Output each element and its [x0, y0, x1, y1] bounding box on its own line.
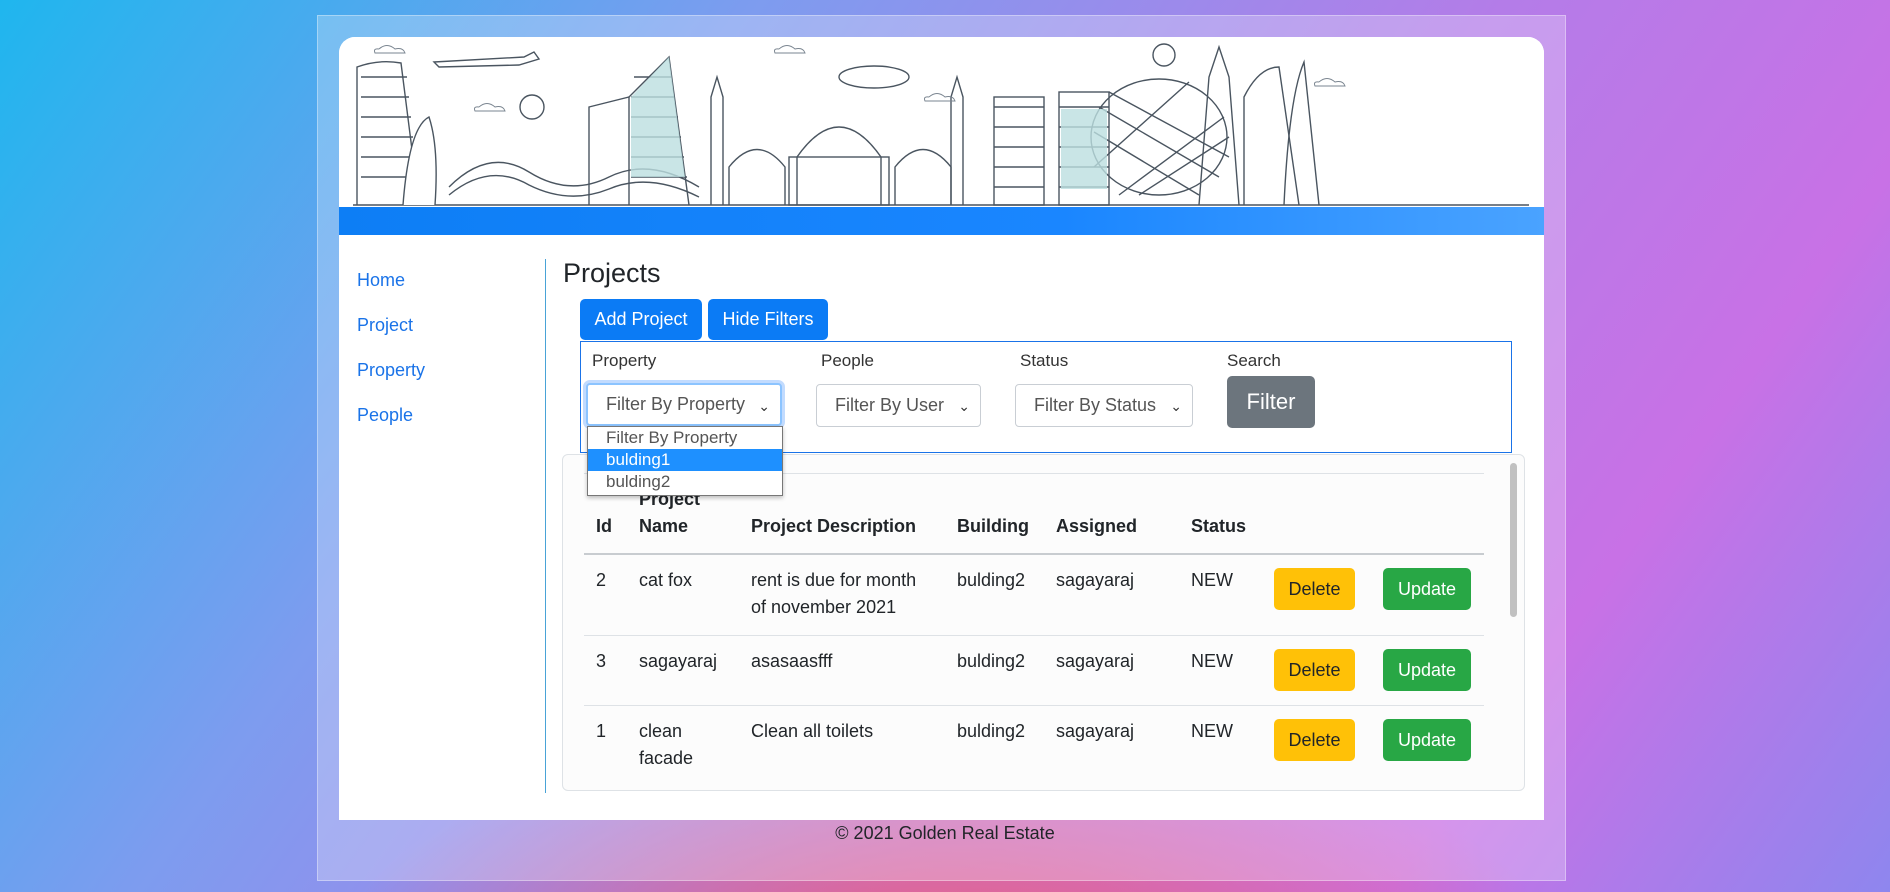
chevron-down-icon: ⌄ [1170, 398, 1182, 414]
sidebar-item-property[interactable]: Property [357, 360, 425, 381]
table-row-divider [584, 705, 1484, 706]
table-header-divider [584, 553, 1484, 555]
cell-id: 1 [596, 721, 607, 741]
column-header-description: Project Description [751, 516, 917, 536]
column-header-assigned: Assigned [1056, 516, 1138, 536]
status-filter-label: Status [1020, 351, 1069, 370]
property-filter-label: Property [592, 351, 657, 370]
cell-description: rent is due for month [751, 570, 917, 590]
chevron-down-icon: ⌄ [758, 398, 770, 414]
cell-project-name: sagayaraj [639, 651, 718, 671]
cell-project-name-line2: facade [639, 748, 694, 768]
cell-assigned: sagayaraj [1056, 570, 1135, 590]
sidebar-item-project[interactable]: Project [357, 315, 413, 336]
sidebar-item-home[interactable]: Home [357, 270, 405, 291]
cell-description: asasaasfff [751, 651, 833, 671]
cell-building: bulding2 [957, 651, 1026, 671]
people-filter-label: People [821, 351, 874, 370]
cell-assigned: sagayaraj [1056, 651, 1135, 671]
update-button[interactable]: Update [1383, 568, 1471, 610]
projects-table [562, 454, 1525, 791]
sidebar-item-people[interactable]: People [357, 405, 413, 426]
cell-id: 3 [596, 651, 607, 671]
cell-description: Clean all toilets [751, 721, 874, 741]
cell-status: NEW [1191, 721, 1233, 741]
filter-button[interactable]: Filter [1227, 376, 1315, 428]
property-select-value: Filter By Property [606, 394, 746, 414]
delete-button[interactable]: Delete [1274, 649, 1355, 691]
dropdown-option[interactable]: bulding2 [588, 471, 782, 493]
cell-assigned: sagayaraj [1056, 721, 1135, 741]
delete-button[interactable]: Delete [1274, 719, 1355, 761]
add-project-button[interactable]: Add Project [580, 299, 702, 340]
cell-description-line2: of november 2021 [751, 597, 897, 617]
footer-copyright: © 2021 Golden Real Estate [835, 823, 1055, 843]
people-select-value: Filter By User [835, 395, 945, 415]
column-header-status: Status [1191, 516, 1247, 536]
status-select[interactable]: Filter By Status ⌄ [1015, 384, 1193, 427]
banner-accent-bar [339, 207, 1544, 235]
cell-id: 2 [596, 570, 607, 590]
table-scrollbar[interactable] [1510, 463, 1517, 617]
column-header-id: Id [596, 516, 612, 536]
property-dropdown-list: Filter By Property bulding1 bulding2 [587, 426, 783, 496]
column-header-project-name-line2: Name [639, 516, 689, 536]
delete-button[interactable]: Delete [1274, 568, 1355, 610]
page-title: Projects [563, 258, 661, 288]
dropdown-option-highlighted[interactable]: bulding1 [588, 449, 782, 471]
cell-project-name: clean [639, 721, 683, 741]
cell-project-name: cat fox [639, 570, 693, 590]
update-button[interactable]: Update [1383, 649, 1471, 691]
dropdown-option[interactable]: Filter By Property [588, 427, 782, 449]
cell-building: bulding2 [957, 570, 1026, 590]
people-select[interactable]: Filter By User ⌄ [816, 384, 981, 427]
city-skyline-banner [339, 37, 1544, 207]
cell-status: NEW [1191, 651, 1233, 671]
skyline-illustration [353, 43, 1529, 206]
property-select[interactable]: Filter By Property ⌄ [586, 383, 782, 426]
search-filter-label: Search [1227, 351, 1281, 370]
column-header-building: Building [957, 516, 1029, 536]
cell-status: NEW [1191, 570, 1233, 590]
hide-filters-button[interactable]: Hide Filters [708, 299, 828, 340]
sidebar-divider [545, 259, 546, 793]
status-select-value: Filter By Status [1034, 395, 1157, 415]
cell-building: bulding2 [957, 721, 1026, 741]
update-button[interactable]: Update [1383, 719, 1471, 761]
chevron-down-icon: ⌄ [958, 398, 970, 414]
table-row-divider [584, 635, 1484, 636]
